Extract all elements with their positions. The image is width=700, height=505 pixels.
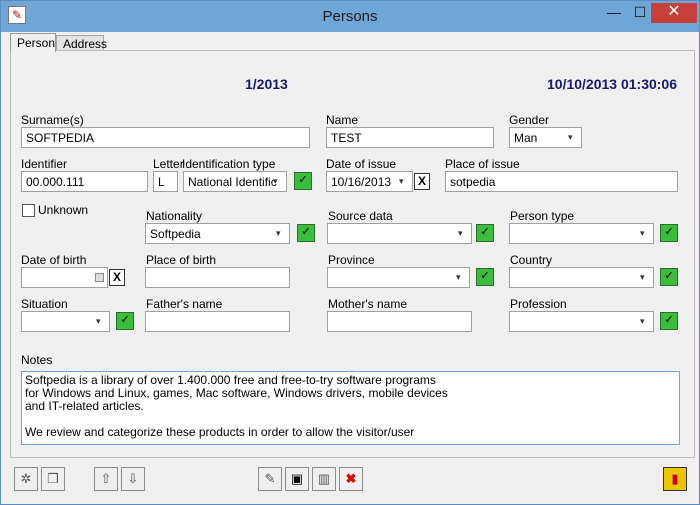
trash-icon: ▥ <box>317 471 331 486</box>
identifier-field[interactable]: 00.000.111 <box>21 171 148 192</box>
delete-record-button[interactable]: ▥ <box>312 467 336 491</box>
country-confirm-button[interactable]: ✓ <box>660 268 678 286</box>
record-number: 1/2013 <box>245 76 288 92</box>
chevron-down-icon: ▾ <box>568 132 573 142</box>
person-type-confirm-button[interactable]: ✓ <box>660 224 678 242</box>
mother-label: Mother's name <box>328 297 407 311</box>
date-issue-clear-button[interactable]: X <box>414 173 430 190</box>
situation-confirm-button[interactable]: ✓ <box>116 312 134 330</box>
profession-select[interactable]: ▾ <box>509 311 654 332</box>
person-type-label: Person type <box>510 209 575 223</box>
date-birth-label: Date of birth <box>21 253 87 267</box>
nationality-select[interactable]: Softpedia ▾ <box>145 223 290 244</box>
mother-field[interactable] <box>327 311 472 332</box>
chevron-down-icon: ▾ <box>458 228 463 238</box>
date-issue-label: Date of issue <box>326 157 397 171</box>
unknown-label: Unknown <box>38 203 89 217</box>
profession-confirm-button[interactable]: ✓ <box>660 312 678 330</box>
exit-button[interactable]: ▮ <box>663 467 687 491</box>
minimize-button[interactable]: — <box>601 3 627 23</box>
edit-icon: ✎ <box>264 471 276 486</box>
chevron-down-icon: ▾ <box>640 228 645 238</box>
persons-window: ✎ Persons — ☐ ✕ Person Address 1/2013 10… <box>0 0 700 505</box>
name-field[interactable]: TEST <box>326 127 494 148</box>
country-label: Country <box>510 253 553 267</box>
chevron-down-icon: ▾ <box>399 176 404 186</box>
surname-field[interactable]: SOFTPEDIA <box>21 127 310 148</box>
situation-label: Situation <box>21 297 68 311</box>
chevron-down-icon: ▾ <box>276 228 281 238</box>
gender-label: Gender <box>509 113 550 127</box>
copy-icon: ❐ <box>47 471 59 486</box>
maximize-button[interactable]: ☐ <box>627 3 653 23</box>
place-birth-field[interactable] <box>145 267 290 288</box>
letter-label: Letter <box>153 157 184 171</box>
province-label: Province <box>328 253 375 267</box>
place-issue-label: Place of issue <box>445 157 520 171</box>
exit-door-icon: ▮ <box>671 471 679 486</box>
source-data-label: Source data <box>328 209 393 223</box>
source-data-confirm-button[interactable]: ✓ <box>476 224 494 242</box>
name-label: Name <box>326 113 359 127</box>
nationality-value: Softpedia <box>150 227 201 241</box>
nationality-confirm-button[interactable]: ✓ <box>297 224 315 242</box>
arrow-down-icon: ⇩ <box>127 471 139 486</box>
country-select[interactable]: ▾ <box>509 267 654 288</box>
save-record-button[interactable]: ▣ <box>285 467 309 491</box>
date-birth-clear-button[interactable]: X <box>109 269 125 286</box>
situation-select[interactable]: ▾ <box>21 311 110 332</box>
tab-person[interactable]: Person <box>10 33 56 52</box>
date-issue-value: 10/16/2013 <box>331 175 392 189</box>
profession-label: Profession <box>510 297 567 311</box>
id-type-value: National Identific <box>188 175 277 189</box>
father-label: Father's name <box>146 297 223 311</box>
chevron-down-icon: ▾ <box>96 316 101 326</box>
record-datetime: 10/10/2013 01:30:06 <box>547 76 677 92</box>
chevron-down-icon: ▾ <box>273 176 278 186</box>
chevron-down-icon: ▾ <box>456 272 461 282</box>
cancel-icon: ✖ <box>345 471 357 486</box>
chevron-down-icon: ▾ <box>640 316 645 326</box>
province-confirm-button[interactable]: ✓ <box>476 268 494 286</box>
notes-textarea[interactable] <box>21 371 680 445</box>
close-button[interactable]: ✕ <box>651 3 697 23</box>
title-bar: ✎ Persons — ☐ ✕ <box>1 1 699 32</box>
save-icon: ▣ <box>290 471 304 486</box>
move-down-button[interactable]: ⇩ <box>121 467 145 491</box>
father-field[interactable] <box>145 311 290 332</box>
new-record-icon: ✲ <box>20 471 32 486</box>
id-type-confirm-button[interactable]: ✓ <box>294 172 312 190</box>
place-issue-field[interactable]: sotpedia <box>445 171 678 192</box>
new-record-button[interactable]: ✲ <box>14 467 38 491</box>
letter-field[interactable]: L <box>153 171 178 192</box>
gender-value: Man <box>514 131 538 145</box>
person-type-select[interactable]: ▾ <box>509 223 654 244</box>
nationality-label: Nationality <box>146 209 203 223</box>
date-issue-picker[interactable]: 10/16/2013 ▾ <box>326 171 413 192</box>
tab-address[interactable]: Address <box>56 35 107 51</box>
gender-select[interactable]: Man ▾ <box>509 127 582 148</box>
arrow-up-icon: ⇧ <box>100 471 112 486</box>
notes-label: Notes <box>21 353 53 367</box>
edit-record-button[interactable]: ✎ <box>258 467 282 491</box>
place-birth-label: Place of birth <box>146 253 217 267</box>
copy-record-button[interactable]: ❐ <box>41 467 65 491</box>
identifier-label: Identifier <box>21 157 68 171</box>
surname-label: Surname(s) <box>21 113 84 127</box>
cancel-button[interactable]: ✖ <box>339 467 363 491</box>
chevron-down-icon: ▾ <box>640 272 645 282</box>
window-title: Persons <box>322 8 378 25</box>
id-type-label: Identification type <box>182 157 276 171</box>
calendar-icon <box>95 273 104 282</box>
unknown-checkbox[interactable] <box>22 204 35 217</box>
date-birth-picker[interactable] <box>21 267 108 288</box>
move-up-button[interactable]: ⇧ <box>94 467 118 491</box>
province-select[interactable]: ▾ <box>327 267 470 288</box>
source-data-select[interactable]: ▾ <box>327 223 472 244</box>
id-type-select[interactable]: National Identific ▾ <box>183 171 287 192</box>
